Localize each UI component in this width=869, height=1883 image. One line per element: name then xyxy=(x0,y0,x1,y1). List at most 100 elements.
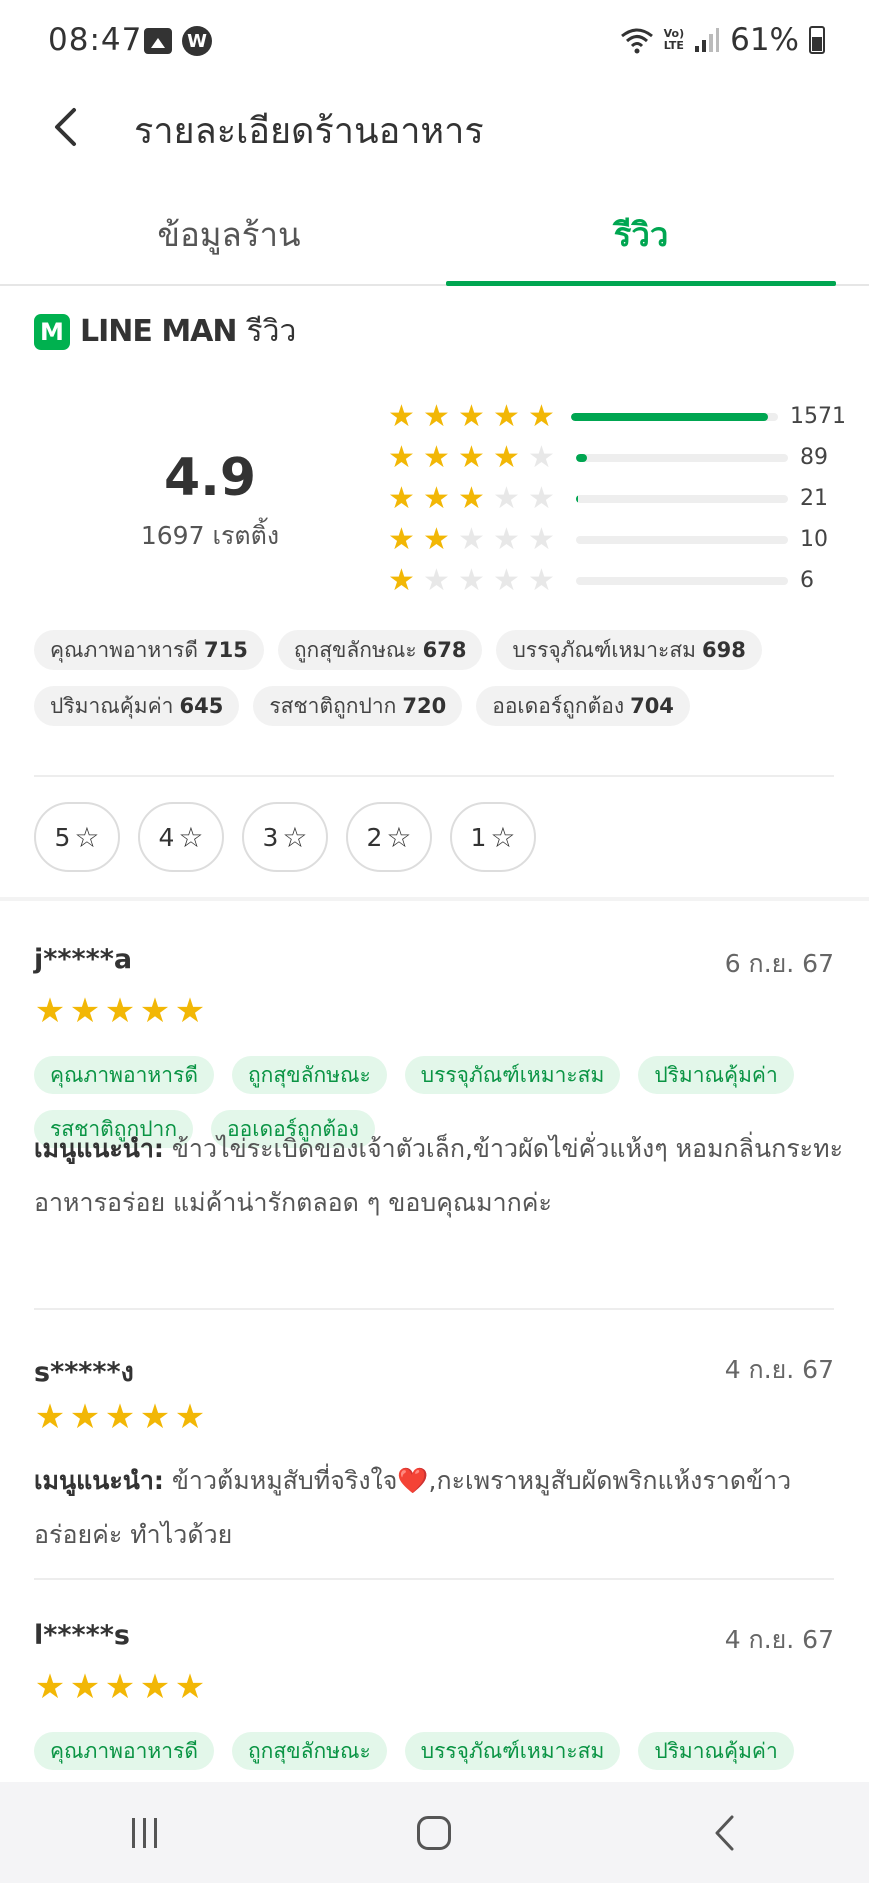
back-button[interactable] xyxy=(40,102,90,152)
chip-count: 645 xyxy=(179,694,224,718)
star-outline-icon: ☆ xyxy=(386,820,412,854)
section-divider xyxy=(0,897,869,901)
star-icon: ★ xyxy=(34,1667,66,1707)
star-icon: ★ xyxy=(458,480,485,516)
review-tag: คุณภาพอาหารดี xyxy=(34,1732,214,1770)
filter-2-stars-button[interactable]: 2 ☆ xyxy=(346,802,432,872)
star-empty-icon: ★ xyxy=(528,439,555,475)
histogram-count: 89 xyxy=(800,445,828,470)
review-tags: คุณภาพอาหารดี ถูกสุขลักษณะ บรรจุภัณฑ์เหม… xyxy=(34,1732,834,1770)
rating-count: 1697 เรตติ้ง xyxy=(140,521,280,550)
recents-button[interactable] xyxy=(105,1803,185,1863)
filter-5-stars-button[interactable]: 5 ☆ xyxy=(34,802,120,872)
review-text: เมนูแนะนำ: ข้าวไข่ระเบิดของเจ้าตัวเล็ก,ข… xyxy=(34,1122,844,1230)
star-icon: ★ xyxy=(493,439,520,475)
review-tag: ปริมาณคุ้มค่า xyxy=(638,1732,794,1770)
star-icon: ★ xyxy=(493,398,520,434)
histogram-bar xyxy=(576,494,788,503)
reviewer-name: j*****a xyxy=(34,944,133,975)
home-icon xyxy=(417,1815,452,1850)
star-icon: ★ xyxy=(423,521,450,557)
recommended-menu: เมนูแนะนำ: ข้าวไข่ระเบิดของเจ้าตัวเล็ก,ข… xyxy=(34,1122,844,1176)
filter-label: 5 xyxy=(54,822,71,852)
chip-count: 720 xyxy=(402,694,447,718)
histogram-bar xyxy=(571,412,778,421)
star-empty-icon: ★ xyxy=(528,562,555,598)
filter-label: 3 xyxy=(262,822,279,852)
filter-3-stars-button[interactable]: 3 ☆ xyxy=(242,802,328,872)
menu-label: เมนูแนะนำ: xyxy=(34,1466,164,1495)
tab-bar: ข้อมูลร้าน รีวิว xyxy=(0,190,869,286)
filter-1-star-button[interactable]: 1 ☆ xyxy=(450,802,536,872)
review-date: 4 ก.ย. 67 xyxy=(724,1355,834,1384)
status-bar: 08:47 W Vo) LTE 61% xyxy=(0,0,869,82)
star-filter-bar: 5 ☆ 4 ☆ 3 ☆ 2 ☆ 1 ☆ xyxy=(34,802,536,872)
star-empty-icon: ★ xyxy=(458,562,485,598)
star-empty-icon: ★ xyxy=(493,521,520,557)
wifi-icon xyxy=(620,28,653,54)
recommended-menu: เมนูแนะนำ: ข้าวต้มหมูสับที่จริงใจ❤️,กะเพ… xyxy=(34,1454,844,1508)
star-icon: ★ xyxy=(104,991,136,1031)
star-icon: ★ xyxy=(139,991,171,1031)
chip-count: 715 xyxy=(203,638,248,662)
review-star-rating: ★ ★ ★ ★ ★ xyxy=(34,1400,206,1434)
star-icon: ★ xyxy=(104,1397,136,1437)
review-card: l*****s 4 ก.ย. 67 ★ ★ ★ ★ ★ คุณภาพอาหารดี ถู… xyxy=(34,1620,834,1782)
chip-count: 704 xyxy=(630,694,674,718)
star-icon: ★ xyxy=(69,1667,101,1707)
tab-reviews[interactable]: รีวิว xyxy=(446,208,836,261)
attribute-summary-chips: คุณภาพอาหารดี 715 ถูกสุขลักษณะ 678 บรรจุภั… xyxy=(34,630,844,726)
chip-packaging: บรรจุภัณฑ์เหมาะสม 698 xyxy=(496,630,762,670)
review-star-rating: ★ ★ ★ ★ ★ xyxy=(34,1670,206,1704)
star-outline-icon: ☆ xyxy=(490,820,516,854)
review-tag: ถูกสุขลักษณะ xyxy=(231,1056,387,1094)
chevron-left-icon xyxy=(55,108,76,146)
histogram-row-4: ★ ★ ★ ★ ★ 89 xyxy=(386,437,846,478)
filter-label: 4 xyxy=(158,822,175,852)
star-icon: ★ xyxy=(388,521,415,557)
active-tab-indicator xyxy=(446,281,836,286)
star-outline-icon: ☆ xyxy=(74,820,100,854)
histogram-fill xyxy=(571,412,768,421)
star-rating-3: ★ ★ ★ ★ ★ xyxy=(386,480,576,516)
review-tag: บรรจุภัณฑ์เหมาะสม xyxy=(404,1732,621,1770)
volte-icon: Vo) LTE xyxy=(663,27,685,52)
gallery-icon xyxy=(144,28,172,54)
chip-hygiene: ถูกสุขลักษณะ 678 xyxy=(277,630,483,670)
star-icon: ★ xyxy=(139,1397,171,1437)
tab-store-info[interactable]: ข้อมูลร้าน xyxy=(34,208,424,261)
review-comment: อาหารอร่อย แม่ค้าน่ารักตลอด ๆ ขอบคุณมากค… xyxy=(34,1188,552,1217)
review-card: j*****a 6 ก.ย. 67 ★ ★ ★ ★ ★ คุณภาพอาหารดี ถู… xyxy=(34,944,843,1284)
menu-text: ข้าวต้มหมูสับที่จริงใจ❤️,กะเพราหมูสับผัด… xyxy=(171,1466,792,1495)
review-date: 6 ก.ย. 67 xyxy=(724,949,834,978)
chip-taste: รสชาติถูกปาก 720 xyxy=(253,686,463,726)
star-icon: ★ xyxy=(69,1397,101,1437)
system-nav-bar xyxy=(0,1782,869,1883)
histogram-count: 6 xyxy=(800,568,814,593)
star-icon: ★ xyxy=(458,439,485,475)
star-icon: ★ xyxy=(388,439,415,475)
star-rating-5: ★ ★ ★ ★ ★ xyxy=(386,398,571,434)
star-rating-2: ★ ★ ★ ★ ★ xyxy=(386,521,576,557)
status-system-icons: Vo) LTE 61% xyxy=(620,22,825,58)
brand-name: LINE MAN xyxy=(80,314,238,349)
filter-4-stars-button[interactable]: 4 ☆ xyxy=(138,802,224,872)
chip-label: ออเดอร์ถูกต้อง xyxy=(492,693,625,718)
divider xyxy=(34,1308,834,1310)
review-tag: คุณภาพอาหารดี xyxy=(34,1056,214,1094)
system-back-button[interactable] xyxy=(684,1803,764,1863)
chip-count: 698 xyxy=(702,638,746,662)
home-button[interactable] xyxy=(394,1803,474,1863)
menu-label: เมนูแนะนำ: xyxy=(34,1134,164,1163)
star-icon: ★ xyxy=(174,991,206,1031)
star-icon: ★ xyxy=(34,1397,66,1437)
filter-label: 2 xyxy=(366,822,383,852)
chip-label: คุณภาพอาหารดี xyxy=(50,637,198,662)
star-empty-icon: ★ xyxy=(423,562,450,598)
signal-icon xyxy=(695,28,720,52)
star-icon: ★ xyxy=(388,562,415,598)
star-icon: ★ xyxy=(423,398,450,434)
divider xyxy=(34,775,834,777)
star-empty-icon: ★ xyxy=(493,480,520,516)
header: รายละเอียดร้านอาหาร xyxy=(0,82,869,182)
